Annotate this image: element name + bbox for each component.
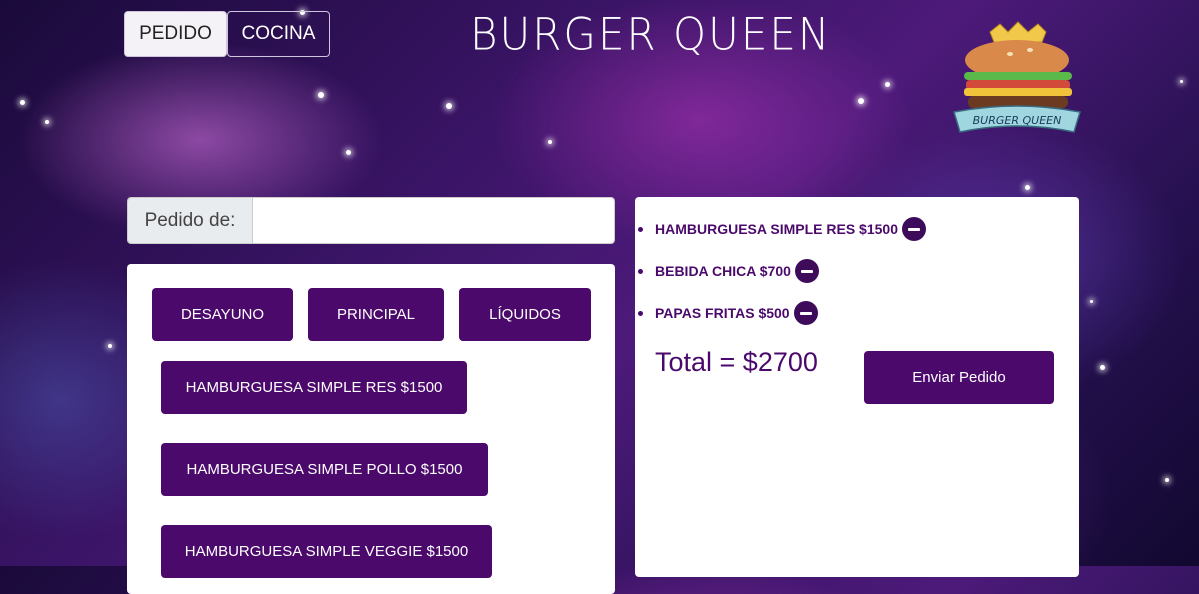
menu-panel: DESAYUNO PRINCIPAL LÍQUIDOS HAMBURGUESA … [127, 264, 615, 594]
order-item-label: BEBIDA CHICA $700 [655, 263, 791, 279]
menu-item-button[interactable]: HAMBURGUESA SIMPLE RES $1500 [161, 361, 467, 414]
order-item: BEBIDA CHICA $700 [638, 259, 819, 283]
remove-item-icon[interactable] [794, 259, 819, 283]
bullet [638, 268, 643, 274]
menu-item-button[interactable]: HAMBURGUESA SIMPLE VEGGIE $1500 [161, 525, 492, 578]
tab-pedido[interactable]: PEDIDO [124, 11, 227, 57]
order-panel: HAMBURGUESA SIMPLE RES $1500 BEBIDA CHIC… [635, 197, 1079, 577]
category-liquidos-button[interactable]: LÍQUIDOS [459, 288, 591, 341]
order-name-input[interactable] [253, 198, 614, 243]
order-item: PAPAS FRITAS $500 [638, 301, 818, 325]
remove-item-icon[interactable] [901, 217, 926, 241]
top-nav: PEDIDO COCINA [124, 11, 330, 57]
menu-item-button[interactable]: HAMBURGUESA SIMPLE POLLO $1500 [161, 443, 488, 496]
remove-item-icon[interactable] [793, 301, 818, 325]
tab-cocina[interactable]: COCINA [227, 11, 330, 57]
page-title: BURGER QUEEN [470, 8, 832, 61]
order-item-label: PAPAS FRITAS $500 [655, 305, 790, 321]
order-name-label: Pedido de: [128, 198, 253, 243]
logo: BURGER QUEEN [950, 20, 1085, 145]
category-principal-button[interactable]: PRINCIPAL [308, 288, 444, 341]
order-item: HAMBURGUESA SIMPLE RES $1500 [638, 217, 926, 241]
bullet [638, 310, 643, 316]
order-name-group: Pedido de: [127, 197, 615, 244]
category-desayuno-button[interactable]: DESAYUNO [152, 288, 293, 341]
bullet [638, 226, 643, 232]
logo-text: BURGER QUEEN [973, 114, 1062, 127]
order-item-label: HAMBURGUESA SIMPLE RES $1500 [655, 221, 898, 237]
order-total: Total = $2700 [655, 347, 818, 377]
send-order-button[interactable]: Enviar Pedido [864, 351, 1054, 404]
